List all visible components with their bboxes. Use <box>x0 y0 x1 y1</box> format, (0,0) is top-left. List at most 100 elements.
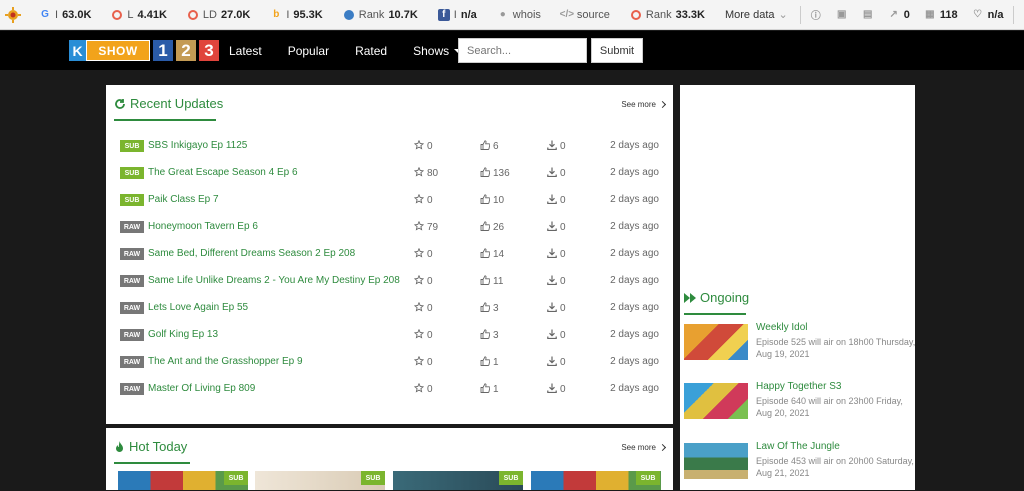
rating-stat: 0 <box>414 302 433 315</box>
episode-link[interactable]: Paik Class Ep 7 <box>148 194 219 205</box>
download-stat[interactable]: 0 <box>547 383 566 396</box>
recent-updates-list: SUBSBS Inkigayo Ep 11250602 days agoSUBT… <box>120 133 665 403</box>
fire-icon <box>114 441 125 453</box>
nav-shows-dropdown[interactable]: Shows <box>413 44 462 58</box>
thumbs-up-icon <box>480 302 490 315</box>
download-icon <box>547 275 557 288</box>
episode-link[interactable]: Lets Love Again Ep 55 <box>148 302 248 313</box>
seo-alexa-rank[interactable]: Rank10.7K <box>333 0 428 30</box>
ongoing-item[interactable]: Weekly Idol Episode 525 will air on 18h0… <box>684 322 909 372</box>
seo-google-index[interactable]: G I63.0K <box>29 0 101 30</box>
star-icon <box>414 221 424 234</box>
hot-today-panel: Hot Today See more SUB SUB SUB SUB <box>106 428 673 490</box>
episode-link[interactable]: Same Life Unlike Dreams 2 - You Are My D… <box>148 275 400 286</box>
download-stat[interactable]: 0 <box>547 167 566 180</box>
rating-stat: 0 <box>414 275 433 288</box>
download-icon <box>547 221 557 234</box>
raw-badge: RAW <box>120 275 144 287</box>
rating-stat: 0 <box>414 140 433 153</box>
recent-updates-panel: Recent Updates See more SUBSBS Inkigayo … <box>106 85 673 424</box>
hot-see-more-link[interactable]: See more <box>621 443 665 452</box>
star-icon <box>414 383 424 396</box>
rating-stat: 80 <box>414 167 438 180</box>
download-icon <box>547 140 557 153</box>
download-stat[interactable]: 0 <box>547 329 566 342</box>
star-icon <box>414 329 424 342</box>
ongoing-item[interactable]: Happy Together S3 Episode 640 will air o… <box>684 381 909 431</box>
like-stat[interactable]: 6 <box>480 140 499 153</box>
star-icon <box>414 140 424 153</box>
star-icon <box>414 248 424 261</box>
episode-link[interactable]: Same Bed, Different Dreams Season 2 Ep 2… <box>148 248 355 259</box>
hot-sub-badge: SUB <box>499 471 523 485</box>
raw-badge: RAW <box>120 383 144 395</box>
download-stat[interactable]: 0 <box>547 140 566 153</box>
seo-source[interactable]: </> source <box>551 0 620 30</box>
hot-sub-badge: SUB <box>361 471 385 485</box>
bing-icon: b <box>270 9 282 21</box>
episode-link[interactable]: Golf King Ep 13 <box>148 329 218 340</box>
nav-rated[interactable]: Rated <box>355 44 387 58</box>
download-stat[interactable]: 0 <box>547 275 566 288</box>
site-logo[interactable]: K SHOW 1 2 3 <box>69 40 219 61</box>
posted-date: 2 days ago <box>610 167 659 178</box>
like-stat[interactable]: 26 <box>480 221 504 234</box>
nav-popular[interactable]: Popular <box>288 44 329 58</box>
seo-facebook[interactable]: f In/a <box>428 0 487 30</box>
seo-links[interactable]: L4.41K <box>101 0 176 30</box>
episode-link[interactable]: The Ant and the Grasshopper Ep 9 <box>148 356 303 367</box>
thumbs-up-icon <box>480 383 490 396</box>
table-row: SUBThe Great Escape Season 4 Ep 68013602… <box>120 160 665 187</box>
raw-badge: RAW <box>120 248 144 260</box>
episode-link[interactable]: SBS Inkigayo Ep 1125 <box>148 140 247 151</box>
like-stat[interactable]: 14 <box>480 248 504 261</box>
nav-latest[interactable]: Latest <box>229 44 262 58</box>
heart-icon: ♡ <box>972 9 984 21</box>
more-data-dropdown[interactable]: More data ⌄ <box>715 0 798 30</box>
download-stat[interactable]: 0 <box>547 248 566 261</box>
download-stat[interactable]: 0 <box>547 302 566 315</box>
download-stat[interactable]: 0 <box>547 356 566 369</box>
posted-date: 2 days ago <box>610 383 659 394</box>
circle-icon <box>111 9 123 21</box>
seo-semrush-rank[interactable]: Rank33.3K <box>620 0 715 30</box>
episode-link[interactable]: The Great Escape Season 4 Ep 6 <box>148 167 298 178</box>
download-icon <box>547 248 557 261</box>
seo-social[interactable]: ♡n/a <box>965 0 1011 30</box>
seo-bing-index[interactable]: b I95.3K <box>260 0 332 30</box>
download-stat[interactable]: 0 <box>547 221 566 234</box>
submit-button[interactable]: Submit <box>591 38 643 63</box>
like-stat[interactable]: 3 <box>480 302 499 315</box>
like-stat[interactable]: 10 <box>480 194 504 207</box>
seo-page-info[interactable]: ▣ <box>829 0 855 30</box>
show-thumbnail <box>684 383 748 419</box>
seoquake-logo-icon[interactable] <box>5 4 21 26</box>
posted-date: 2 days ago <box>610 302 659 313</box>
seo-whois[interactable]: ● whois <box>487 0 551 30</box>
like-stat[interactable]: 1 <box>480 383 499 396</box>
recent-see-more-link[interactable]: See more <box>621 100 665 109</box>
like-stat[interactable]: 3 <box>480 329 499 342</box>
posted-date: 2 days ago <box>610 356 659 367</box>
episode-link[interactable]: Honeymoon Tavern Ep 6 <box>148 221 258 232</box>
seo-pages[interactable]: ▦118 <box>917 0 965 30</box>
download-stat[interactable]: 0 <box>547 194 566 207</box>
like-stat[interactable]: 1 <box>480 356 499 369</box>
ongoing-item[interactable]: Law Of The Jungle Episode 453 will air o… <box>684 441 909 491</box>
seo-stats[interactable]: ▤ <box>855 0 881 30</box>
like-stat[interactable]: 11 <box>480 275 503 288</box>
episode-link[interactable]: Master Of Living Ep 809 <box>148 383 255 394</box>
download-icon <box>547 356 557 369</box>
chevron-right-icon <box>659 444 666 451</box>
monitor-icon: ▣ <box>836 9 848 21</box>
table-row: RAWGolf King Ep 130302 days ago <box>120 322 665 349</box>
download-icon <box>547 302 557 315</box>
seo-info[interactable]: ⓘ <box>803 0 829 30</box>
search-input[interactable] <box>458 38 587 63</box>
seo-settings[interactable]: ⚙ <box>1016 0 1024 30</box>
like-stat[interactable]: 136 <box>480 167 510 180</box>
seo-link-domains[interactable]: LD27.0K <box>177 0 260 30</box>
facebook-icon: f <box>438 9 450 21</box>
seo-external-links[interactable]: ↗0 <box>881 0 917 30</box>
chevron-right-icon <box>659 101 666 108</box>
